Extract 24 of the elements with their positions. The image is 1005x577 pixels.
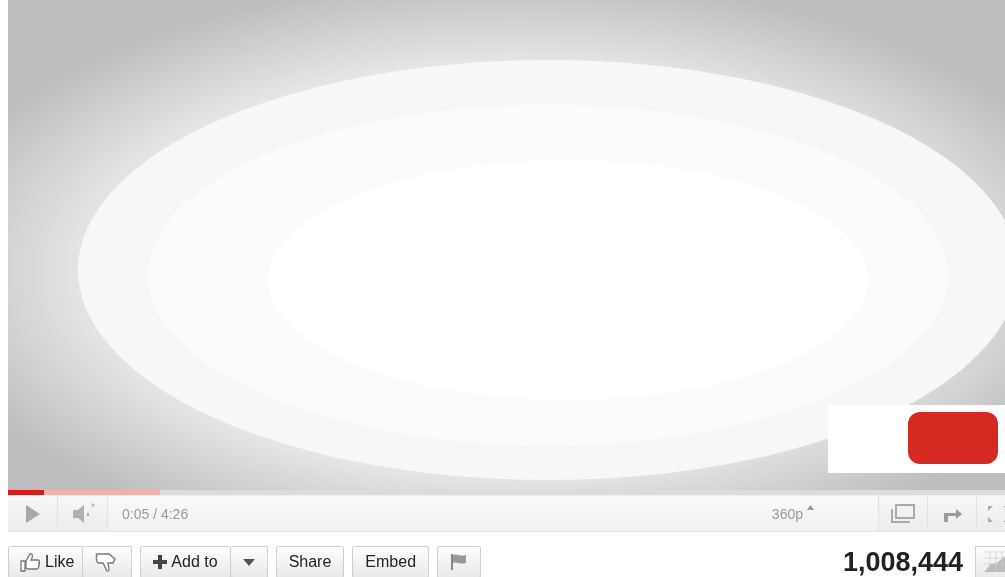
- add-to-button[interactable]: Add to: [140, 546, 231, 577]
- popout-button[interactable]: [878, 496, 927, 531]
- flag-button[interactable]: [437, 546, 482, 577]
- fullscreen-icon: [985, 503, 1005, 524]
- thumbs-up-icon: [19, 551, 41, 573]
- dislike-button[interactable]: [83, 546, 133, 577]
- volume-button[interactable]: [58, 496, 108, 531]
- caret-icon: [807, 505, 814, 510]
- speaker-icon: [70, 502, 95, 525]
- windows-icon: [890, 503, 916, 524]
- view-count: 1,008,444: [842, 546, 963, 577]
- flag-icon: [450, 553, 469, 571]
- caret-icon: [242, 558, 255, 566]
- chart-icon: [983, 551, 1005, 573]
- like-button[interactable]: Like: [8, 546, 84, 577]
- statistics-button[interactable]: [975, 546, 1005, 577]
- action-button[interactable]: Embed: [352, 546, 430, 577]
- plus-icon: [153, 555, 168, 569]
- time-display: 0:05 / 4:26: [122, 505, 189, 522]
- play-icon: [23, 503, 42, 524]
- loop-button[interactable]: [927, 496, 976, 531]
- action-button[interactable]: Share: [275, 546, 345, 577]
- dropdown-button[interactable]: [230, 546, 268, 577]
- play-button[interactable]: [8, 496, 58, 531]
